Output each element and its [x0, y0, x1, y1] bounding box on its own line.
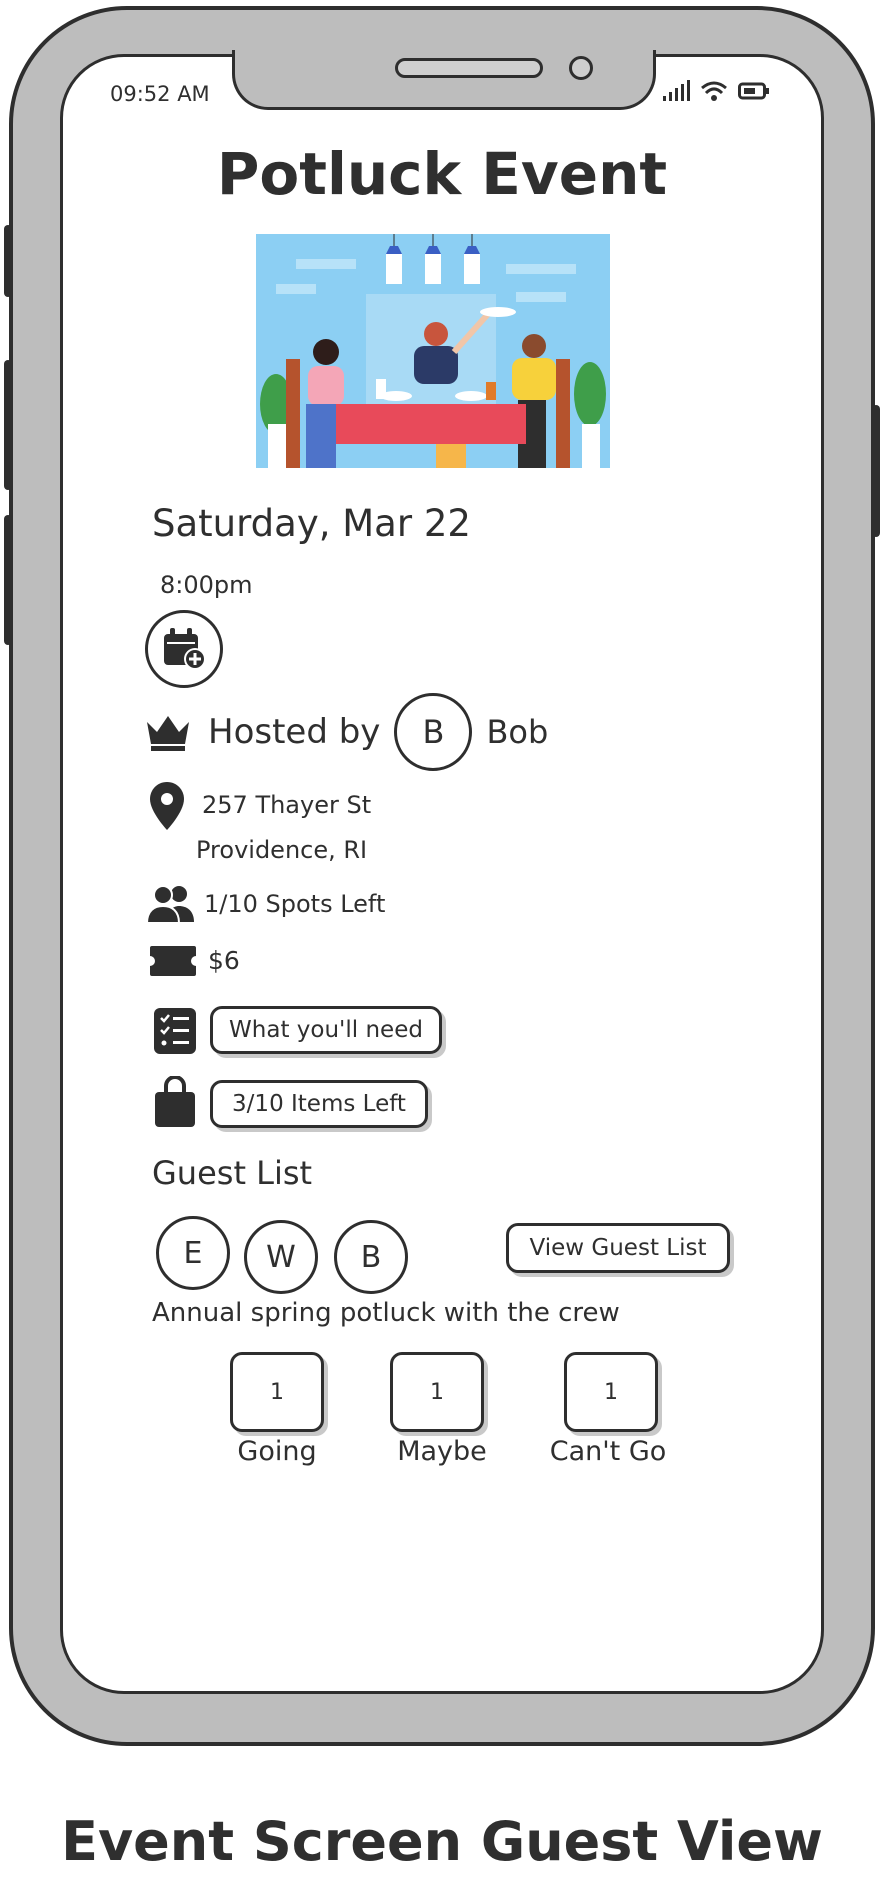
host-avatar[interactable]: B [394, 693, 473, 771]
rsvp-cant-go-label: Can't Go [549, 1436, 667, 1467]
rsvp-maybe-button[interactable]: 1 [390, 1352, 484, 1432]
status-icons [662, 80, 770, 102]
rsvp-cant-go-button[interactable]: 1 [564, 1352, 658, 1432]
event-description: Annual spring potluck with the crew [152, 1298, 620, 1328]
location-pin-icon [150, 782, 184, 830]
side-button-power [872, 405, 880, 537]
side-button-volume-down [4, 515, 12, 645]
rsvp-going-label: Going [237, 1436, 317, 1467]
notch [232, 50, 656, 110]
address-line-2: Providence, RI [196, 836, 368, 864]
view-guest-list-button[interactable]: View Guest List [506, 1223, 730, 1273]
crown-icon [147, 716, 189, 751]
guest-avatar[interactable]: W [244, 1220, 318, 1294]
speaker [395, 58, 543, 78]
guest-avatar[interactable]: E [156, 1216, 230, 1290]
side-button-top [4, 225, 12, 297]
screen-caption: Event Screen Guest View [61, 1810, 823, 1873]
front-camera [569, 56, 593, 80]
event-time: 8:00pm [160, 571, 253, 599]
host-name[interactable]: Bob [486, 713, 548, 751]
event-illustration [256, 234, 610, 468]
add-to-calendar-button[interactable] [145, 610, 223, 688]
status-time: 09:52 AM [110, 82, 210, 106]
hosted-by-label: Hosted by [208, 712, 381, 752]
spots-left: 1/10 Spots Left [204, 890, 386, 918]
items-left-button[interactable]: 3/10 Items Left [210, 1080, 428, 1128]
what-youll-need-button[interactable]: What you'll need [210, 1006, 442, 1054]
signal-icon [663, 80, 690, 101]
calendar-add-icon [164, 628, 206, 670]
event-title: Potluck Event [216, 140, 668, 208]
address-line-1: 257 Thayer St [202, 791, 372, 819]
rsvp-maybe-label: Maybe [397, 1436, 487, 1467]
event-date: Saturday, Mar 22 [152, 502, 471, 545]
guest-avatar[interactable]: B [334, 1220, 408, 1294]
guest-list-title: Guest List [152, 1154, 313, 1192]
shopping-bag-icon [155, 1076, 195, 1127]
battery-icon [738, 82, 769, 100]
ticket-icon [150, 946, 196, 976]
people-icon [146, 885, 194, 924]
event-price: $6 [208, 946, 240, 975]
side-button-volume-up [4, 360, 12, 490]
wifi-icon [701, 81, 727, 101]
checklist-icon [154, 1008, 196, 1054]
rsvp-going-button[interactable]: 1 [230, 1352, 324, 1432]
host-row: Hosted by B Bob [144, 690, 548, 774]
